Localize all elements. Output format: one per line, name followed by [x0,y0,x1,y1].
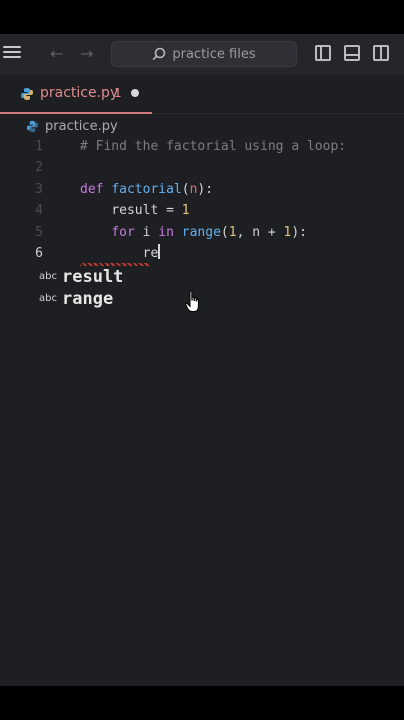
code-text: for i in range(1, n + 1): [111,225,308,240]
top-status-area [0,0,404,34]
editor-tab-bar: practice.py 1 [0,74,404,114]
code-line-6[interactable]: 6 re [0,243,404,265]
suggestion-label: range [62,289,114,309]
code-text: result = 1 [111,203,190,218]
text-suggestion-icon: abc [39,293,57,304]
tab-practice-py[interactable]: practice.py 1 [0,74,152,114]
menu-icon[interactable] [3,46,21,60]
text-cursor [158,244,161,259]
code-line-3[interactable]: 3 def factorial(n): [0,179,404,201]
line-number: 2 [35,160,43,175]
breadcrumb[interactable]: practice.py [26,116,118,136]
unsaved-dot-icon[interactable] [131,89,139,97]
title-bar: ← → practice files [0,34,404,74]
line-number: 6 [35,246,43,261]
command-search-box[interactable]: practice files [111,41,297,67]
toggle-secondary-sidebar-icon[interactable] [373,45,389,61]
suggestion-result[interactable]: abc result [36,266,404,288]
python-file-icon [26,120,39,132]
code-text: # Find the factorial using a loop: [80,139,347,154]
toggle-primary-sidebar-icon[interactable] [315,45,331,61]
code-line-5[interactable]: 5 for i in range(1, n + 1): [0,222,404,244]
search-icon [152,47,166,61]
text-suggestion-icon: abc [39,271,57,282]
line-number: 4 [35,203,43,218]
suggestion-range[interactable]: abc range [36,288,404,310]
python-file-icon [21,88,33,100]
code-text: def factorial(n): [80,182,214,197]
code-line-4[interactable]: 4 result = 1 [0,200,404,222]
code-line-2[interactable]: 2 [0,157,404,179]
breadcrumb-file: practice.py [45,118,118,134]
search-text: practice files [172,46,256,62]
code-editor[interactable]: 1 # Find the factorial using a loop: 2 3… [0,136,404,686]
suggestion-label: result [62,267,124,287]
line-number: 5 [35,225,43,240]
hand-pointer-icon [185,290,199,312]
autocomplete-suggestions[interactable]: abc result abc range [36,266,404,310]
code-line-1[interactable]: 1 # Find the factorial using a loop: [0,136,404,158]
back-arrow-icon[interactable]: ← [50,44,63,63]
tab-label: practice.py [40,85,119,101]
line-number: 1 [35,139,43,154]
code-text: re [142,244,161,261]
forward-arrow-icon[interactable]: → [80,44,93,63]
problem-count-badge: 1 [114,86,122,100]
bottom-status-area [0,686,404,720]
toggle-panel-icon[interactable] [344,45,360,61]
line-number: 3 [35,182,43,197]
